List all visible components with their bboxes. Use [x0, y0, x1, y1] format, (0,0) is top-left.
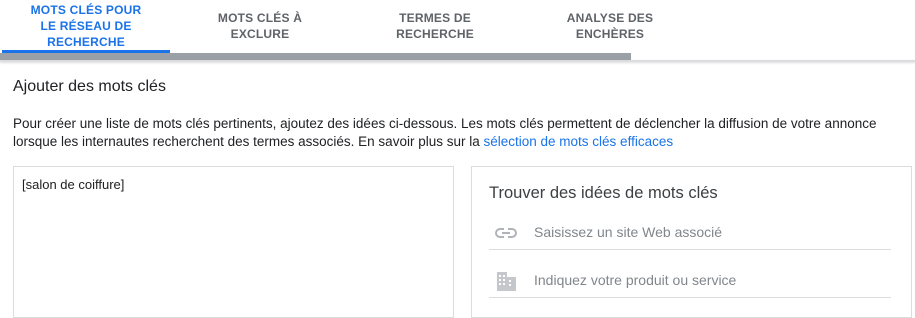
product-input-placeholder: Indiquez votre produit ou service — [534, 272, 737, 288]
tabs-divider — [0, 60, 915, 62]
section-title: Ajouter des mots clés — [13, 78, 166, 95]
tab-search-terms[interactable]: TERMES DE RECHERCHE — [365, 0, 505, 52]
learn-more-link[interactable]: sélection de mots clés efficaces — [484, 134, 674, 149]
website-input[interactable]: Saisissez un site Web associé — [489, 215, 891, 250]
description-text: Pour créer une liste de mots clés pertin… — [13, 116, 877, 149]
tab-search-keywords-label: MOTS CLÉS POUR LE RÉSEAU DE RECHERCHE — [30, 3, 142, 49]
tab-scrollbar[interactable] — [0, 53, 631, 60]
tab-negative-keywords-label: MOTS CLÉS À EXCLURE — [217, 11, 303, 41]
keywords-value: [salon de coiffure] — [22, 177, 125, 192]
business-icon — [497, 272, 516, 291]
tab-negative-keywords[interactable]: MOTS CLÉS À EXCLURE — [190, 0, 330, 52]
tab-auction-insights[interactable]: ANALYSE DES ENCHÈRES — [540, 0, 680, 52]
keywords-textarea[interactable]: [salon de coiffure] — [13, 166, 454, 318]
website-input-placeholder: Saisissez un site Web associé — [534, 224, 723, 240]
tab-search-keywords[interactable]: MOTS CLÉS POUR LE RÉSEAU DE RECHERCHE — [2, 0, 170, 52]
link-icon — [495, 228, 517, 238]
tab-auction-insights-label: ANALYSE DES ENCHÈRES — [566, 11, 654, 41]
ideas-panel-title: Trouver des idées de mots clés — [489, 184, 718, 202]
keyword-ideas-panel: Trouver des idées de mots clés Saisissez… — [471, 166, 912, 318]
product-input[interactable]: Indiquez votre produit ou service — [489, 263, 891, 298]
tab-bar: MOTS CLÉS POUR LE RÉSEAU DE RECHERCHE MO… — [0, 0, 915, 62]
tab-search-terms-label: TERMES DE RECHERCHE — [396, 11, 474, 41]
section-description: Pour créer une liste de mots clés pertin… — [13, 115, 893, 151]
